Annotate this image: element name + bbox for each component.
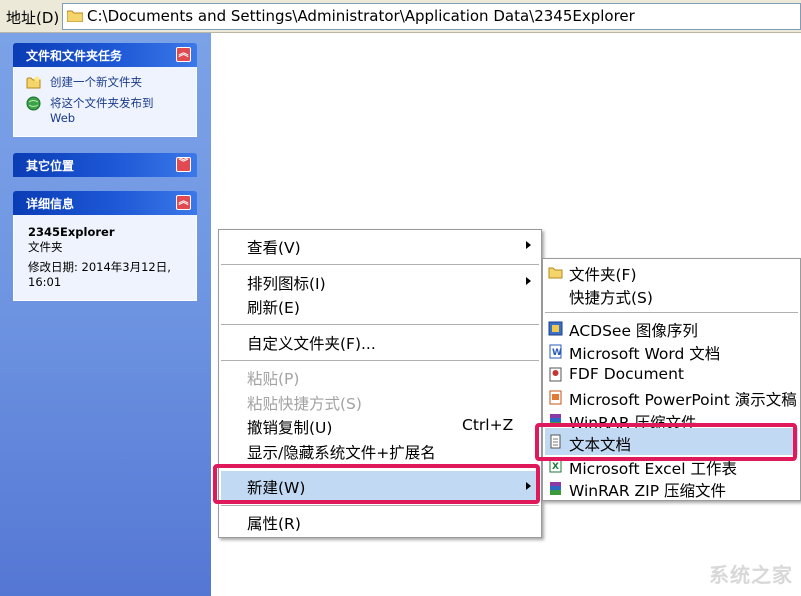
menu-separator <box>221 360 539 361</box>
globe-icon <box>26 96 41 111</box>
powerpoint-icon <box>549 390 562 405</box>
expand-icon[interactable]: ︾ <box>176 157 191 172</box>
address-path: C:\Documents and Settings\Administrator\… <box>87 7 635 25</box>
address-label: 地址(D) <box>6 9 60 27</box>
svg-text:X: X <box>552 462 559 472</box>
other-places-panel: 其它位置 ︾ <box>13 153 197 177</box>
menu-item-paste[interactable]: 粘贴(P) <box>247 367 299 389</box>
folder-icon <box>67 10 83 22</box>
collapse-icon[interactable]: ︽ <box>176 195 191 210</box>
collapse-icon[interactable]: ︽ <box>176 47 191 62</box>
menu-item-customize-folder[interactable]: 自定义文件夹(F)... <box>247 332 376 354</box>
submenu-item-folder[interactable]: 文件夹(F) <box>569 263 637 285</box>
word-document-icon: W <box>549 344 562 359</box>
submenu-arrow-icon <box>526 241 531 249</box>
menu-separator <box>221 505 539 506</box>
task-publish-folder[interactable]: 将这个文件夹发布到 <box>50 96 154 111</box>
folder-icon <box>548 267 563 279</box>
file-tasks-title: 文件和文件夹任务 <box>26 49 123 63</box>
other-places-title: 其它位置 <box>26 159 75 173</box>
submenu-arrow-icon <box>526 277 531 285</box>
winrar-zip-icon <box>550 482 561 495</box>
highlight-new-box <box>213 464 540 504</box>
submenu-item-fdf[interactable]: FDF Document <box>569 365 684 383</box>
address-bar: 地址(D) C:\Documents and Settings\Administ… <box>0 0 801 33</box>
details-header[interactable]: 详细信息 ︽ <box>13 191 197 215</box>
menu-separator <box>221 264 539 265</box>
acdsee-icon <box>548 321 563 336</box>
detail-type: 文件夹 <box>28 240 63 254</box>
menu-separator <box>221 324 539 325</box>
watermark: 系统之家 <box>709 563 793 587</box>
task-publish-web[interactable]: Web <box>50 111 75 126</box>
details-title: 详细信息 <box>26 197 75 211</box>
menu-item-view[interactable]: 查看(V) <box>247 236 301 258</box>
task-pane: 文件和文件夹任务 ︽ 创建一个新文件夹 将这个文件夹发布到 Web 其它位置 ︾… <box>0 33 211 596</box>
file-tasks-header[interactable]: 文件和文件夹任务 ︽ <box>13 43 197 67</box>
submenu-item-winrar-zip[interactable]: WinRAR ZIP 压缩文件 <box>569 479 726 501</box>
submenu-item-word[interactable]: Microsoft Word 文档 <box>569 342 720 364</box>
undo-shortcut-label: Ctrl+Z <box>462 416 514 434</box>
detail-modified: 修改日期: 2014年3月12日, <box>28 260 171 274</box>
other-places-header[interactable]: 其它位置 ︾ <box>13 153 197 177</box>
submenu-item-acdsee[interactable]: ACDSee 图像序列 <box>569 319 698 341</box>
menu-item-paste-shortcut[interactable]: 粘贴快捷方式(S) <box>247 392 362 414</box>
highlight-text-document-box <box>535 423 797 461</box>
task-create-folder[interactable]: 创建一个新文件夹 <box>50 75 142 90</box>
new-submenu: 文件夹(F) 快捷方式(S) ACDSee 图像序列 W Microsoft W… <box>542 258 801 501</box>
address-input[interactable]: C:\Documents and Settings\Administrator\… <box>62 3 801 30</box>
svg-text:W: W <box>552 348 562 358</box>
menu-item-refresh[interactable]: 刷新(E) <box>247 296 300 318</box>
fdf-document-icon <box>549 367 562 382</box>
new-folder-icon <box>26 76 41 89</box>
detail-modified-time: 16:01 <box>28 275 62 289</box>
menu-item-undo-copy[interactable]: 撤销复制(U) <box>247 416 332 438</box>
menu-item-arrange-icons[interactable]: 排列图标(I) <box>247 272 326 294</box>
submenu-item-powerpoint[interactable]: Microsoft PowerPoint 演示文稿 <box>569 388 797 410</box>
submenu-item-shortcut[interactable]: 快捷方式(S) <box>569 286 653 308</box>
file-tasks-panel: 文件和文件夹任务 ︽ 创建一个新文件夹 将这个文件夹发布到 Web <box>13 43 197 137</box>
details-panel: 详细信息 ︽ 2345Explorer 文件夹 修改日期: 2014年3月12日… <box>13 191 197 301</box>
menu-item-properties[interactable]: 属性(R) <box>247 512 301 534</box>
menu-item-show-hide-files[interactable]: 显示/隐藏系统文件+扩展名 <box>247 441 436 463</box>
menu-separator <box>545 312 798 313</box>
detail-name: 2345Explorer <box>28 225 115 239</box>
